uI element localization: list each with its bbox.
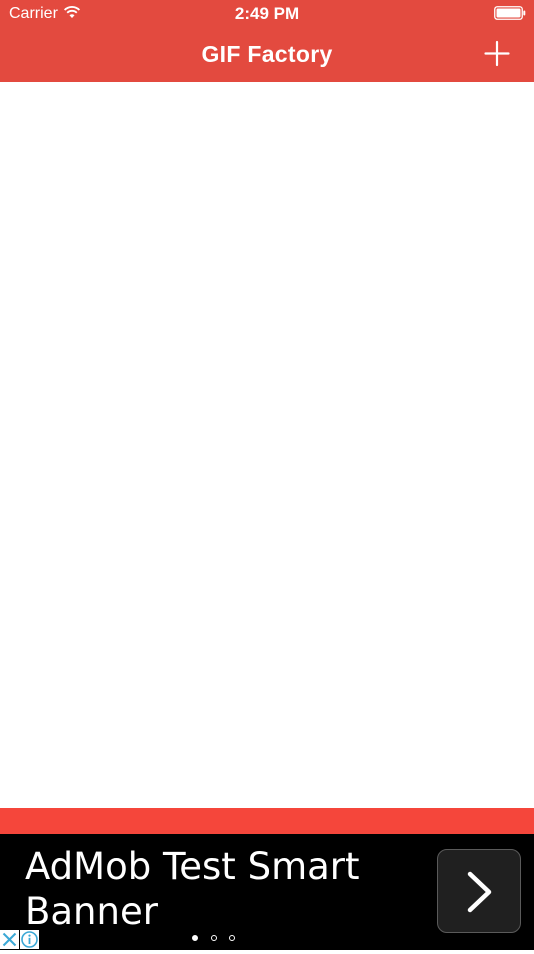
info-icon (21, 931, 38, 948)
page-indicator (192, 935, 242, 945)
close-icon (2, 932, 17, 947)
ad-info-button[interactable] (20, 930, 39, 949)
page-dot (192, 935, 198, 941)
page-dot (211, 935, 217, 941)
ad-banner[interactable]: AdMob Test Smart Banner (0, 834, 534, 950)
navigation-bar: Carrier 2:49 PM GIF Factory (0, 0, 534, 82)
page-dot (229, 935, 235, 941)
battery-icon (494, 6, 526, 20)
add-button[interactable] (478, 36, 516, 74)
status-time: 2:49 PM (234, 4, 300, 23)
status-bar: Carrier 2:49 PM (0, 0, 534, 28)
plus-icon (484, 40, 510, 67)
accent-strip (0, 808, 534, 834)
gif-list-area (0, 82, 534, 808)
ad-arrow-button[interactable] (437, 849, 521, 933)
ad-close-button[interactable] (0, 930, 19, 949)
page-title: GIF Factory (201, 41, 333, 67)
ad-text: AdMob Test Smart Banner (25, 845, 360, 933)
chevron-right-icon (467, 871, 492, 913)
